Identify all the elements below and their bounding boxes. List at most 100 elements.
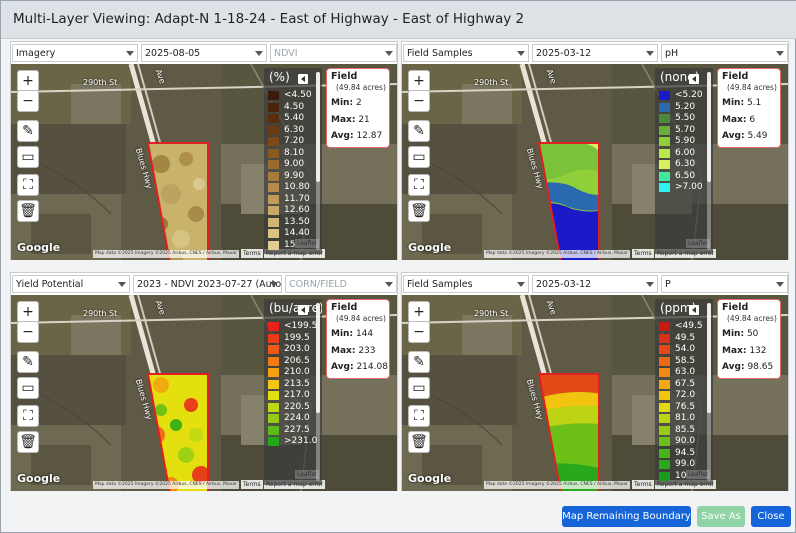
fullscreen-button[interactable]: ⛶ [408,405,430,427]
stat-max-label: Max: [331,115,356,125]
close-button[interactable]: Close [751,506,791,527]
zoom-in-button[interactable]: + [17,70,39,92]
legend-label: <199.5 [284,321,318,331]
layer-date-select[interactable]: 2025-08-05 [141,44,267,62]
legend-swatch [268,114,279,123]
map-view[interactable]: 290th St Ave Blues Hwy + − ✎ ▭ ⛶ 🗑 Google Map data… [402,64,788,260]
stat-avg-label: Avg: [331,362,354,372]
google-logo: Google [408,472,452,485]
legend-label: 76.5 [675,401,696,412]
legend-scroll-thumb[interactable] [707,72,711,182]
layer-date-select[interactable]: 2025-03-12 [532,44,658,62]
legend-scroll-thumb[interactable] [316,72,320,182]
legend-label: 11.70 [284,193,310,204]
collapse-legend-icon[interactable] [298,305,308,315]
layer-attribute-select-value: pH [665,48,679,59]
layer-date-select[interactable]: 2023 - NDVI 2023-07-27 (Auto) [133,275,282,293]
chevron-down-icon [126,51,134,56]
pencil-button[interactable]: ✎ [17,351,39,373]
legend-swatch [268,137,279,146]
map-view[interactable]: 290th St Ave Blues Hwy + − ✎ ▭ ⛶ 🗑 Google Map data… [402,295,788,491]
zoom-in-button[interactable]: + [17,301,39,323]
terms-link[interactable]: Terms [241,249,263,258]
legend-scroll-thumb[interactable] [316,303,320,413]
layers-button[interactable]: ▭ [408,377,430,399]
map-attribution: Map data ©2025 Imagery ©2025 Airbus, CNE… [93,250,239,258]
stat-min: Min: 5.1 [722,98,761,108]
legend-label: 90.0 [675,436,696,446]
legend-label: 227.5 [284,424,310,435]
layers-button[interactable]: ▭ [17,377,39,399]
terms-link[interactable]: Terms [632,249,654,258]
legend-label: 12.60 [284,205,310,215]
zoom-out-button[interactable]: − [17,321,39,343]
legend-label: 8.10 [284,147,305,158]
stat-avg-label: Avg: [722,131,745,141]
legend-label: 213.5 [284,378,310,389]
zoom-in-button[interactable]: + [408,301,430,323]
stat-min-value: 2 [355,98,362,108]
layer-type-select[interactable]: Imagery [12,44,138,62]
trash-button[interactable]: 🗑 [408,431,430,453]
trash-button[interactable]: 🗑 [408,200,430,222]
layer-type-select-value: Field Samples [407,279,473,290]
layer-type-select[interactable]: Yield Potential [12,275,130,293]
layer-attribute-select[interactable]: NDVI [270,44,397,62]
legend-swatch [268,217,279,227]
zoom-out-button[interactable]: − [17,90,39,112]
legend-swatch [659,322,670,331]
zoom-out-button[interactable]: − [408,321,430,343]
layers-button[interactable]: ▭ [17,146,39,168]
legend-label: 72.0 [675,390,696,400]
fullscreen-button[interactable]: ⛶ [408,174,430,196]
map-legend: (bu/acre) <199.5 199.5 203.0 206.5 210.0 213.5… [264,299,322,485]
layer-date-select[interactable]: 2025-03-12 [532,275,658,293]
stat-min-label: Min: [331,329,354,339]
pencil-button[interactable]: ✎ [17,120,39,142]
legend-label: 15 [284,239,296,250]
map-view[interactable]: 290th St Ave Blues Hwy + − ✎ ▭ ⛶ 🗑 Google Map data… [11,64,397,260]
zoom-in-button[interactable]: + [408,70,430,92]
field-name: Field [331,71,358,82]
trash-button[interactable]: 🗑 [17,200,39,222]
layer-attribute-select[interactable]: pH [661,44,788,62]
legend-swatch [659,356,670,366]
terms-link[interactable]: Terms [241,480,263,489]
pencil-button[interactable]: ✎ [408,120,430,142]
fullscreen-button[interactable]: ⛶ [17,174,39,196]
collapse-legend-icon[interactable] [689,74,699,84]
stat-avg-value: 5.49 [747,131,768,141]
layer-attribute-select[interactable]: CORN/FIELD [285,275,397,293]
stat-max-value: 6 [749,115,756,125]
stat-min-value: 50 [746,329,759,339]
trash-button[interactable]: 🗑 [17,431,39,453]
terms-link[interactable]: Terms [632,480,654,489]
field-stats-box: Field (49.84 acres) Min: 144 Max: 233 Avg: 2… [326,299,390,379]
zoom-out-button[interactable]: − [408,90,430,112]
fullscreen-button[interactable]: ⛶ [17,405,39,427]
map-remaining-boundary-button[interactable]: Map Remaining Boundary [562,506,691,527]
road-label: 290th St [474,309,509,318]
pencil-button[interactable]: ✎ [408,351,430,373]
layer-type-select[interactable]: Field Samples [403,275,529,293]
legend-swatch [659,345,670,354]
stat-max: Max: 132 [722,346,767,356]
layer-attribute-select[interactable]: P [661,275,788,293]
layers-button[interactable]: ▭ [408,146,430,168]
map-panel-1: Imagery 2025-08-05 NDVI 290th St Ave Blues Hw… [10,41,398,260]
map-view[interactable]: 290th St Ave Blues Hwy + − ✎ ▭ ⛶ 🗑 Google Map data… [11,295,397,491]
legend-label: <4.50 [284,90,312,100]
legend-swatch [268,356,279,366]
stat-max-value: 132 [749,346,767,356]
field-acres: (49.84 acres) [727,83,777,92]
legend-scroll-thumb[interactable] [707,303,711,413]
legend-swatch [659,391,670,400]
layer-date-select-value: 2025-03-12 [536,48,592,59]
collapse-legend-icon[interactable] [689,305,699,315]
google-logo: Google [17,472,61,485]
legend-label: 217.0 [284,390,310,400]
legend-label: 199.5 [284,332,310,343]
collapse-legend-icon[interactable] [298,74,308,84]
layer-type-select[interactable]: Field Samples [403,44,529,62]
save-as-button[interactable]: Save As [697,506,745,527]
